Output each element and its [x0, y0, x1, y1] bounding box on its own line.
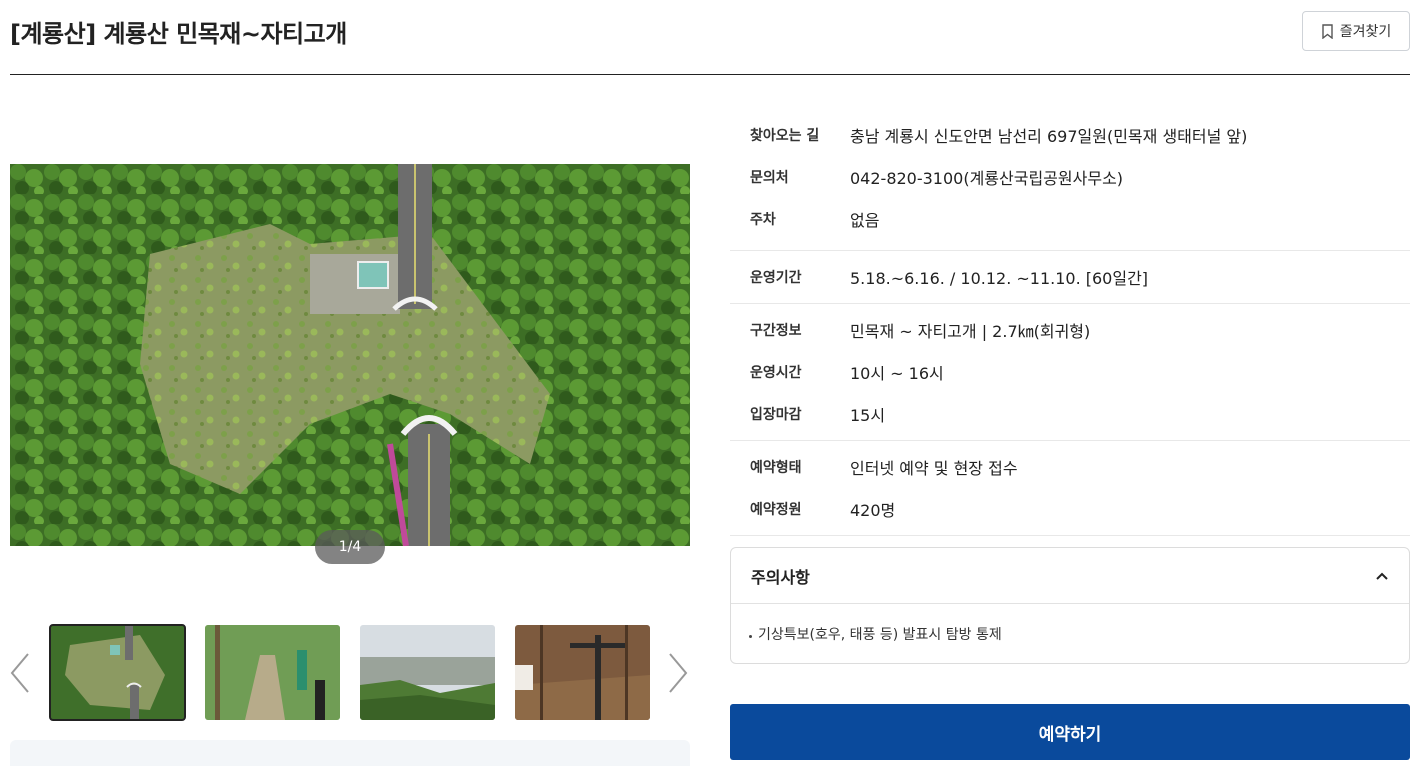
- info-row: 구간정보 민목재 ~ 자티고개 | 2.7㎞(회귀형): [730, 309, 1410, 351]
- caution-panel: 주의사항 기상특보(호우, 태풍 등) 발표시 탐방 통제: [730, 547, 1410, 664]
- info-group-location: 찾아오는 길 충남 계룡시 신도안면 남선리 697일원(민목재 생태터널 앞)…: [730, 112, 1410, 251]
- info-value: 15시: [850, 406, 886, 425]
- main-photo[interactable]: [10, 164, 690, 546]
- info-group-period: 운영기간 5.18.~6.16. / 10.12. ~11.10. [60일간]: [730, 251, 1410, 304]
- info-value: 042-820-3100(계룡산국립공원사무소): [850, 169, 1124, 188]
- info-label: 구간정보: [750, 323, 802, 339]
- gallery-bottom-panel: [10, 740, 690, 766]
- info-list: 찾아오는 길 충남 계룡시 신도안면 남선리 697일원(민목재 생태터널 앞)…: [730, 112, 1410, 536]
- info-group-course: 구간정보 민목재 ~ 자티고개 | 2.7㎞(회귀형) 운영시간 10시 ~ 1…: [730, 304, 1410, 441]
- info-row: 운영시간 10시 ~ 16시: [730, 351, 1410, 393]
- info-row: 찾아오는 길 충남 계룡시 신도안면 남선리 697일원(민목재 생태터널 앞): [730, 114, 1410, 156]
- favorite-button[interactable]: 즐겨찾기: [1302, 11, 1410, 51]
- image-pager: 1/4: [315, 530, 385, 564]
- info-row: 예약형태 인터넷 예약 및 현장 접수: [730, 446, 1410, 488]
- info-label: 운영시간: [750, 365, 802, 381]
- info-group-reservation: 예약형태 인터넷 예약 및 현장 접수 예약정원 420명: [730, 441, 1410, 536]
- info-label: 예약정원: [750, 502, 802, 518]
- thumbnail-1[interactable]: [49, 624, 186, 721]
- info-label: 운영기간: [750, 270, 802, 286]
- reserve-button[interactable]: 예약하기: [730, 704, 1410, 760]
- info-value: 없음: [850, 211, 880, 230]
- next-arrow-icon[interactable]: [666, 652, 690, 694]
- chevron-up-icon: [1376, 572, 1388, 580]
- info-label: 입장마감: [750, 407, 802, 423]
- info-label: 주차: [750, 212, 776, 228]
- info-label: 문의처: [750, 170, 789, 186]
- caution-item: 기상특보(호우, 태풍 등) 발표시 탐방 통제: [731, 604, 1409, 664]
- info-row: 입장마감 15시: [730, 393, 1410, 435]
- info-value: 10시 ~ 16시: [850, 364, 944, 383]
- bullet-icon: [749, 634, 752, 638]
- info-label: 찾아오는 길: [750, 128, 820, 144]
- caution-title: 주의사항: [751, 567, 810, 587]
- thumbnail-2[interactable]: [205, 625, 340, 720]
- info-row: 주차 없음: [730, 198, 1410, 240]
- caution-text: 기상특보(호우, 태풍 등) 발표시 탐방 통제: [758, 627, 1002, 643]
- bookmark-icon: [1322, 23, 1333, 39]
- info-value: 인터넷 예약 및 현장 접수: [850, 459, 1018, 478]
- page-title: [계룡산] 계룡산 민목재~자티고개: [10, 20, 347, 48]
- info-row: 운영기간 5.18.~6.16. / 10.12. ~11.10. [60일간]: [730, 256, 1410, 298]
- prev-arrow-icon[interactable]: [8, 652, 32, 694]
- caution-toggle[interactable]: 주의사항: [731, 548, 1409, 604]
- info-label: 예약형태: [750, 460, 802, 476]
- title-divider: [10, 74, 1410, 75]
- info-value: 충남 계룡시 신도안면 남선리 697일원(민목재 생태터널 앞): [850, 127, 1248, 146]
- thumbnail-3[interactable]: [360, 625, 495, 720]
- favorite-label: 즐겨찾기: [1339, 23, 1392, 39]
- thumbnail-4[interactable]: [515, 625, 650, 720]
- info-value: 5.18.~6.16. / 10.12. ~11.10. [60일간]: [850, 269, 1149, 288]
- info-value: 민목재 ~ 자티고개 | 2.7㎞(회귀형): [850, 322, 1091, 341]
- info-value: 420명: [850, 501, 896, 520]
- info-row: 문의처 042-820-3100(계룡산국립공원사무소): [730, 156, 1410, 198]
- info-row: 예약정원 420명: [730, 488, 1410, 530]
